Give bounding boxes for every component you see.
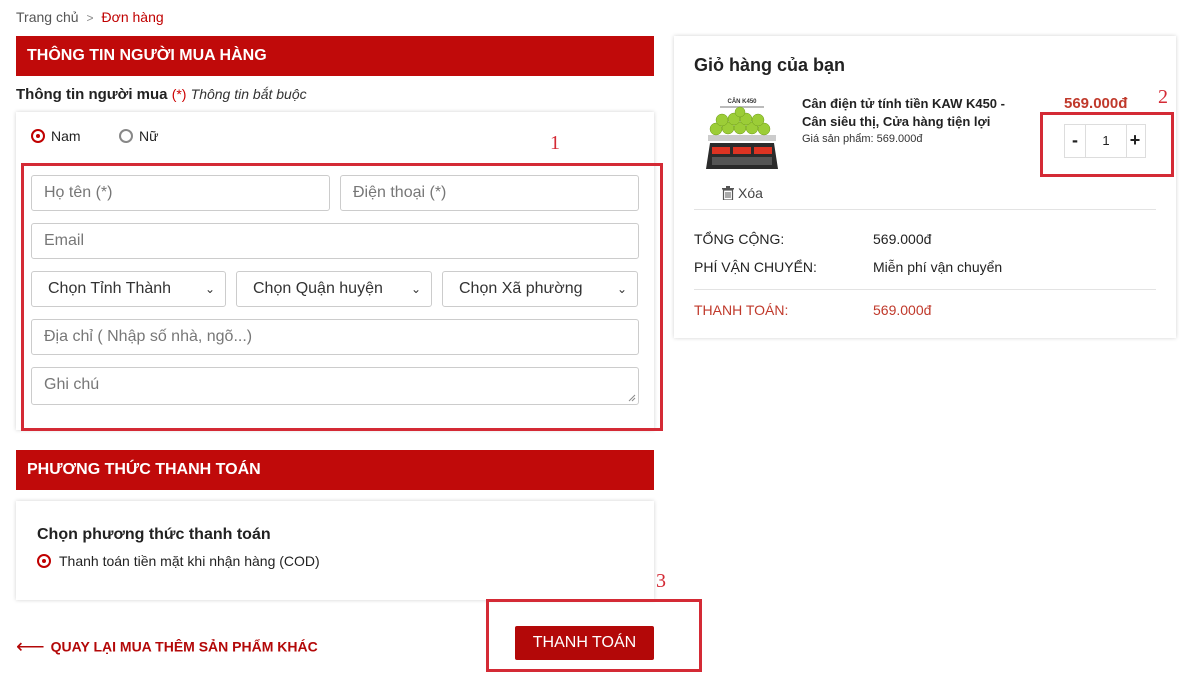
remove-label: Xóa — [738, 185, 763, 201]
radio-selected-icon — [31, 128, 45, 143]
total-value: 569.000đ — [873, 231, 932, 247]
annotation-box-1 — [21, 163, 663, 431]
product-unit-price: Giá sản phẩm: 569.000đ — [802, 133, 923, 145]
required-note: Thông tin bắt buộc — [190, 86, 307, 102]
radio-selected-icon — [37, 553, 51, 568]
product-image[interactable]: CÂN K450 — [702, 95, 782, 177]
radio-label: Nam — [51, 127, 81, 144]
annotation-box-2 — [1040, 112, 1174, 177]
breadcrumb: Trang chủ > Đơn hàng — [16, 9, 164, 25]
payment-section-header: PHƯƠNG THỨC THANH TOÁN — [16, 450, 654, 490]
divider — [694, 209, 1156, 210]
grand-total-label: THANH TOÁN: — [694, 302, 789, 318]
gender-radio-female[interactable]: Nữ — [119, 127, 158, 145]
breadcrumb-home[interactable]: Trang chủ — [16, 9, 79, 25]
payment-option-cod[interactable]: Thanh toán tiền mặt khi nhận hàng (COD) — [37, 552, 320, 570]
gender-radio-male[interactable]: Nam — [31, 127, 81, 145]
required-mark: (*) — [171, 86, 187, 102]
payment-option-label: Thanh toán tiền mặt khi nhận hàng (COD) — [59, 552, 320, 569]
payment-card — [16, 501, 654, 600]
product-image-caption: CÂN K450 — [727, 98, 757, 105]
remove-item-button[interactable]: Xóa — [722, 185, 763, 201]
trash-icon — [722, 186, 734, 201]
annotation-label-2: 2 — [1158, 86, 1168, 108]
annotation-box-3 — [486, 599, 702, 672]
breadcrumb-current: Đơn hàng — [101, 9, 164, 25]
buyer-section-header: THÔNG TIN NGƯỜI MUA HÀNG — [16, 36, 654, 76]
scale-image-icon: CÂN K450 — [706, 98, 778, 169]
annotation-label-3: 3 — [656, 570, 666, 592]
payment-choose-label: Chọn phương thức thanh toán — [37, 526, 271, 543]
buyer-label-text: Thông tin người mua — [16, 86, 168, 103]
chevron-right-icon: > — [86, 11, 94, 25]
buyer-info-label: Thông tin người mua (*) Thông tin bắt bu… — [16, 86, 307, 103]
radio-label: Nữ — [139, 127, 159, 144]
shipping-value: Miễn phí vận chuyển — [873, 259, 1003, 275]
annotation-label-1: 1 — [550, 132, 560, 154]
radio-unselected-icon — [119, 128, 133, 143]
product-price: 569.000đ — [1064, 95, 1128, 112]
back-to-shop-link[interactable]: ⟵ QUAY LẠI MUA THÊM SẢN PHẨM KHÁC — [16, 634, 318, 659]
arrow-left-icon: ⟵ — [16, 636, 45, 658]
product-name[interactable]: Cân điện tử tính tiền KAW K450 - Cân siê… — [802, 95, 1032, 131]
divider — [694, 289, 1156, 290]
cart-title: Giỏ hàng của bạn — [694, 55, 846, 75]
shipping-label: PHÍ VẬN CHUYỂN: — [694, 259, 817, 275]
grand-total-value: 569.000đ — [873, 302, 932, 318]
total-label: TỔNG CỘNG: — [694, 231, 785, 247]
back-link-label: QUAY LẠI MUA THÊM SẢN PHẨM KHÁC — [50, 638, 318, 655]
